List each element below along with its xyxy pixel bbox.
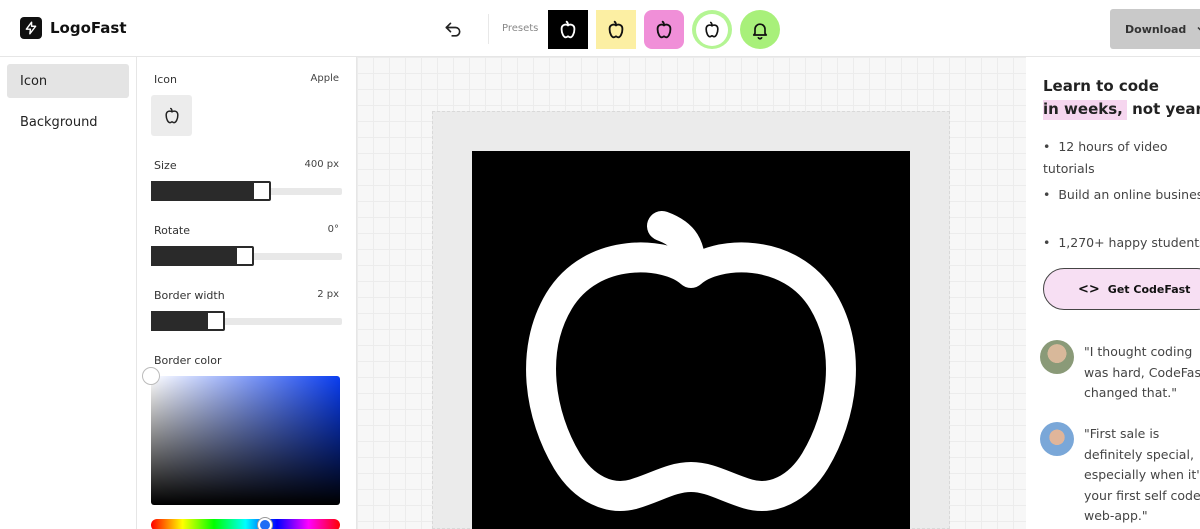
preset-green-bell[interactable] bbox=[740, 10, 780, 49]
size-label: Size bbox=[154, 159, 177, 172]
download-button[interactable]: Download bbox=[1110, 9, 1200, 49]
rotate-slider-thumb[interactable] bbox=[235, 246, 254, 266]
canvas-area bbox=[357, 57, 1026, 529]
nav-item-label: Icon bbox=[20, 73, 48, 89]
logo-preview[interactable] bbox=[472, 151, 910, 529]
rotate-slider-fill bbox=[151, 246, 247, 266]
avatar bbox=[1040, 340, 1074, 374]
brand[interactable]: LogoFast bbox=[20, 17, 127, 39]
bullet-text: 12 hours of video tutorials bbox=[1043, 139, 1168, 176]
size-value: 400 px bbox=[304, 159, 339, 170]
rotate-value: 0° bbox=[327, 224, 339, 235]
nav-item-icon[interactable]: Icon bbox=[7, 64, 129, 98]
presets-label: Presets bbox=[502, 23, 539, 34]
icon-picker-button[interactable] bbox=[151, 95, 192, 136]
border-width-slider-thumb[interactable] bbox=[206, 311, 226, 331]
list-item: • 12 hours of video tutorials bbox=[1043, 139, 1168, 176]
size-slider-thumb[interactable] bbox=[252, 181, 272, 201]
hue-slider-handle[interactable] bbox=[258, 518, 272, 529]
undo-button[interactable] bbox=[441, 18, 465, 42]
color-saturation-area[interactable] bbox=[151, 376, 340, 505]
promo-highlight: in weeks, bbox=[1043, 100, 1127, 120]
settings-panel: Icon Apple Size 400 px Rotate 0° Border … bbox=[137, 57, 357, 529]
avatar bbox=[1040, 422, 1074, 456]
testimonial-quote: "I thought coding was hard, CodeFast cha… bbox=[1084, 344, 1200, 400]
apple-icon bbox=[560, 20, 576, 38]
nav-item-label: Background bbox=[20, 114, 98, 130]
promo-subtitle: in weeks, not years bbox=[1043, 100, 1200, 120]
nav-item-background[interactable]: Background bbox=[7, 105, 129, 139]
list-item: • Build an online business bbox=[1043, 184, 1200, 206]
border-width-label: Border width bbox=[154, 289, 225, 302]
preset-black[interactable] bbox=[548, 10, 588, 49]
brand-name: LogoFast bbox=[50, 19, 127, 37]
promo-title-rest: not years bbox=[1132, 100, 1200, 118]
download-label: Download bbox=[1125, 22, 1187, 36]
color-picker-handle[interactable] bbox=[142, 367, 160, 385]
apple-icon bbox=[705, 21, 719, 38]
hue-slider[interactable] bbox=[151, 519, 340, 529]
left-nav: Icon Background bbox=[0, 57, 137, 529]
divider bbox=[488, 14, 489, 44]
preset-pink[interactable] bbox=[644, 10, 684, 49]
apple-icon bbox=[656, 20, 672, 38]
apple-icon bbox=[608, 20, 624, 38]
lightning-logo-icon bbox=[20, 17, 42, 39]
border-width-value: 2 px bbox=[317, 289, 339, 300]
get-codefast-button[interactable]: <> Get CodeFast bbox=[1043, 268, 1200, 310]
apple-icon bbox=[164, 107, 179, 123]
preset-yellow[interactable] bbox=[596, 10, 636, 49]
border-color-label: Border color bbox=[154, 354, 222, 367]
preset-inner-circle bbox=[696, 13, 728, 46]
top-bar: LogoFast Presets Download bbox=[0, 0, 1200, 57]
size-slider-fill bbox=[151, 181, 264, 201]
chevron-down-icon bbox=[1197, 26, 1200, 31]
promo-panel: Learn to code in weeks, not years • 12 h… bbox=[1026, 57, 1200, 529]
apple-icon bbox=[526, 211, 856, 511]
rotate-label: Rotate bbox=[154, 224, 191, 237]
testimonial-quote: "First sale is definitely special, espec… bbox=[1084, 426, 1200, 523]
bell-icon bbox=[752, 22, 768, 40]
promo-title: Learn to code bbox=[1043, 77, 1159, 95]
undo-icon bbox=[445, 22, 461, 37]
cta-label: Get CodeFast bbox=[1107, 282, 1191, 296]
bullet-text: Build an online business bbox=[1058, 187, 1200, 202]
preset-green-ring[interactable] bbox=[692, 10, 732, 49]
bullet-text: 1,270+ happy students bbox=[1058, 235, 1200, 250]
icon-value: Apple bbox=[310, 73, 339, 84]
code-brackets-icon: <> bbox=[1078, 281, 1100, 297]
list-item: • 1,270+ happy students bbox=[1043, 232, 1200, 254]
icon-label: Icon bbox=[154, 73, 177, 86]
